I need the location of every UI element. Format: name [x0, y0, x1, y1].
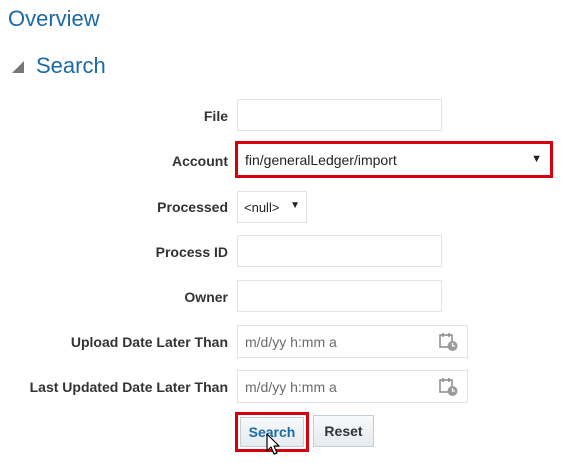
processed-select[interactable]: <null> ▼ [237, 191, 307, 223]
chevron-down-icon[interactable]: ▼ [290, 200, 300, 211]
calendar-icon[interactable] [439, 332, 459, 352]
mouse-pointer-icon [266, 433, 280, 455]
collapse-triangle-icon[interactable] [12, 61, 24, 73]
process-id-label: Process ID [155, 244, 228, 260]
last-updated-date-placeholder: m/d/yy h:mm a [245, 379, 337, 395]
processed-label: Processed [157, 199, 228, 215]
owner-input[interactable] [237, 280, 442, 312]
owner-label: Owner [184, 289, 228, 305]
upload-date-input[interactable]: m/d/yy h:mm a [237, 325, 468, 358]
file-input[interactable] [237, 99, 442, 131]
last-updated-date-input[interactable]: m/d/yy h:mm a [237, 370, 468, 403]
reset-button[interactable]: Reset [313, 415, 374, 447]
account-label: Account [172, 153, 228, 169]
upload-date-label: Upload Date Later Than [70, 334, 228, 350]
upload-date-placeholder: m/d/yy h:mm a [245, 334, 337, 350]
calendar-icon[interactable] [439, 377, 459, 397]
section-title: Search [36, 53, 106, 78]
account-select[interactable]: fin/generalLedger/import ▼ [235, 141, 553, 178]
search-section-header[interactable]: Search [12, 52, 106, 80]
account-select-value: fin/generalLedger/import [245, 152, 397, 168]
page-title: Overview [8, 6, 100, 31]
last-updated-date-label: Last Updated Date Later Than [29, 379, 228, 395]
process-id-input[interactable] [237, 235, 442, 267]
file-label: File [203, 108, 228, 124]
chevron-down-icon[interactable]: ▼ [531, 153, 542, 165]
search-page: Overview Search File Account fin/general… [0, 0, 576, 476]
processed-select-value: <null> [244, 200, 280, 215]
